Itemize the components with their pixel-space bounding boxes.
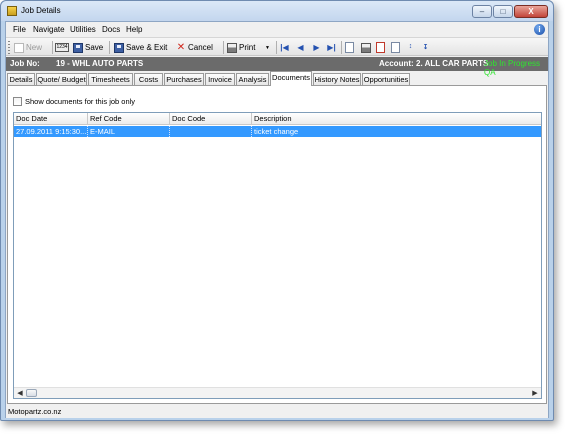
documents-grid: Doc Date Ref Code Doc Code Description 2… [13, 112, 542, 399]
tab-opportunities[interactable]: Opportunities [362, 73, 410, 85]
grid-header: Doc Date Ref Code Doc Code Description [14, 113, 541, 125]
attach-document-button[interactable] [391, 41, 400, 54]
sort-ascending-button[interactable]: ↕ [406, 41, 415, 54]
account-label: Account: [379, 59, 414, 68]
show-job-documents-checkbox[interactable] [13, 97, 22, 106]
menu-navigate[interactable]: Navigate [33, 25, 65, 34]
delete-document-icon [376, 42, 385, 53]
menu-utilities[interactable]: Utilities [70, 25, 96, 34]
window-controls: – □ X [472, 5, 548, 18]
toolbar-separator [223, 41, 224, 54]
account-value: 2. ALL CAR PARTS [416, 59, 489, 68]
tab-details[interactable]: Details [7, 73, 35, 85]
toolbar: New 1234 Save Save & Exit ✕ Cancel Print… [6, 37, 548, 56]
calculator-button[interactable]: 1234 [55, 41, 69, 54]
toolbar-separator [109, 41, 110, 54]
show-job-documents-label: Show documents for this job only [25, 97, 136, 106]
cancel-x-icon: ✕ [176, 41, 186, 53]
cell-doc-date: 27.09.2011 9:15:30... [16, 126, 88, 137]
menu-file[interactable]: File [13, 25, 26, 34]
column-header-ref-code[interactable]: Ref Code [88, 113, 170, 125]
job-no-label: Job No: [10, 59, 40, 68]
job-no-value: 19 - WHL AUTO PARTS [56, 59, 144, 68]
scroll-thumb[interactable] [26, 389, 37, 397]
last-record-icon: ▶| [327, 42, 336, 52]
previous-record-button[interactable]: ◀ [296, 41, 305, 54]
cell-doc-code [170, 126, 252, 137]
menu-bar: File Navigate Utilities Docs Help i [6, 22, 548, 37]
toolbar-grip[interactable] [8, 41, 10, 54]
table-row[interactable]: 27.09.2011 9:15:30... E-MAIL ticket chan… [14, 126, 541, 137]
menu-help[interactable]: Help [126, 25, 142, 34]
tab-analysis[interactable]: Analysis [236, 73, 269, 85]
job-status-value: Job In Progress QA [484, 59, 541, 77]
client-area: File Navigate Utilities Docs Help i New … [5, 21, 549, 418]
horizontal-scrollbar[interactable]: ◀ ▶ [14, 387, 541, 398]
previous-record-icon: ◀ [297, 42, 304, 52]
minimize-button[interactable]: – [472, 5, 492, 18]
maximize-button[interactable]: □ [493, 5, 513, 18]
help-info-icon[interactable]: i [534, 24, 545, 35]
job-header-band: Job No: 19 - WHL AUTO PARTS Account: 2. … [6, 57, 548, 77]
show-job-documents-row[interactable]: Show documents for this job only [13, 97, 135, 106]
window-title: Job Details [21, 6, 61, 15]
print-button[interactable]: Print [227, 41, 255, 54]
cell-description: ticket change [254, 127, 299, 136]
sort-descending-icon: ↧ [422, 43, 429, 51]
save-disk-icon [73, 42, 83, 53]
save-exit-button[interactable]: Save & Exit [114, 41, 167, 54]
first-record-icon: |◀ [280, 42, 289, 52]
new-document-icon [14, 42, 24, 53]
next-record-icon: ▶ [313, 42, 320, 52]
save-exit-icon [114, 42, 124, 53]
save-button-label: Save [85, 43, 104, 52]
save-exit-button-label: Save & Exit [126, 43, 168, 52]
tab-documents[interactable]: Documents [270, 71, 312, 86]
print-preview-icon [361, 42, 371, 53]
close-button[interactable]: X [514, 5, 548, 18]
column-header-doc-code[interactable]: Doc Code [170, 113, 252, 125]
next-record-button[interactable]: ▶ [312, 41, 321, 54]
last-record-button[interactable]: ▶| [327, 41, 336, 54]
delete-document-button[interactable] [376, 41, 385, 54]
print-preview-button[interactable] [361, 41, 371, 54]
tab-invoice[interactable]: Invoice [205, 73, 235, 85]
sort-ascending-icon: ↕ [408, 42, 413, 50]
column-header-doc-date[interactable]: Doc Date [14, 113, 88, 125]
print-button-label: Print [239, 43, 256, 52]
toolbar-separator [276, 41, 277, 54]
tab-history-notes[interactable]: History Notes [313, 73, 361, 85]
attach-document-icon [391, 42, 400, 53]
cancel-button[interactable]: ✕ Cancel [176, 41, 213, 54]
cancel-button-label: Cancel [188, 43, 213, 52]
new-button-label: New [26, 43, 43, 52]
cell-ref-code: E-MAIL [88, 126, 170, 137]
chevron-down-icon: ▼ [265, 44, 270, 51]
printer-icon [227, 42, 237, 53]
first-record-button[interactable]: |◀ [280, 41, 289, 54]
save-button[interactable]: Save [73, 41, 103, 54]
calculator-icon: 1234 [55, 43, 69, 52]
menu-docs[interactable]: Docs [102, 25, 120, 34]
status-text: Motopartz.co.nz [8, 407, 62, 416]
new-button[interactable]: New [14, 41, 42, 54]
copy-documents-icon [345, 42, 354, 53]
copy-button[interactable] [345, 41, 354, 54]
toolbar-separator [341, 41, 342, 54]
documents-panel: Show documents for this job only Doc Dat… [7, 85, 547, 404]
title-bar[interactable]: Job Details – □ X [1, 1, 553, 21]
toolbar-separator [52, 41, 53, 54]
job-details-window: Job Details – □ X File Navigate Utilitie… [0, 0, 554, 421]
tab-costs[interactable]: Costs [134, 73, 163, 85]
column-header-description[interactable]: Description [252, 113, 541, 125]
tab-timesheets[interactable]: Timesheets [88, 73, 133, 85]
print-dropdown-button[interactable]: ▼ [265, 41, 270, 54]
tab-purchases[interactable]: Purchases [164, 73, 204, 85]
scroll-left-arrow-icon[interactable]: ◀ [15, 389, 25, 398]
tab-quote-budget[interactable]: Quote/ Budget [36, 73, 87, 85]
app-icon [7, 6, 17, 16]
scroll-right-arrow-icon[interactable]: ▶ [530, 389, 540, 398]
sort-descending-button[interactable]: ↧ [421, 41, 430, 54]
status-bar: Motopartz.co.nz [6, 404, 548, 418]
